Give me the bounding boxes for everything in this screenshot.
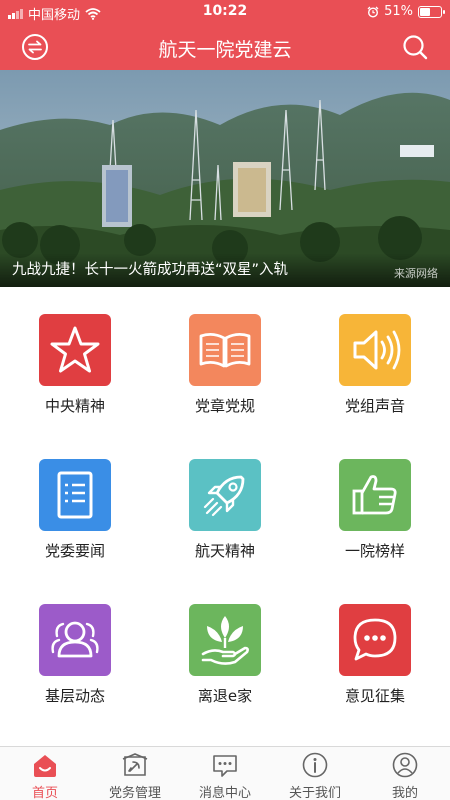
bottom-tab-bar: 首页 党务管理 消息中心 关于我们 我的: [0, 746, 450, 800]
tile-label: 党组声音: [344, 397, 405, 415]
people-icon: [39, 604, 111, 676]
tile-label: 离退e家: [197, 687, 253, 705]
home-icon: [34, 755, 56, 777]
battery-icon: [418, 5, 445, 18]
tile-aerospace-spirit[interactable]: 航天精神: [150, 432, 300, 577]
tab-label: 我的: [391, 786, 418, 800]
tile-label: 基层动态: [44, 687, 105, 705]
tile-label: 意见征集: [344, 687, 405, 705]
top-bar: 中国移动 10:22 51% 航天一院党建云: [0, 0, 450, 70]
tile-party-constitution[interactable]: 党章党规: [150, 287, 300, 432]
tile-label: 中央精神: [44, 397, 105, 415]
tile-role-models[interactable]: 一院榜样: [300, 432, 450, 577]
thumbs-up-icon: [339, 459, 411, 531]
battery-percent: 51%: [384, 4, 413, 19]
user-icon: [392, 752, 418, 778]
tile-committee-news[interactable]: 党委要闻: [0, 432, 150, 577]
banner-caption-bar: 九战九捷！长十一火箭成功再送“双星”入轨 来源网络: [0, 253, 450, 287]
tab-label: 关于我们: [288, 786, 341, 800]
chat-bubble-icon: [339, 604, 411, 676]
tab-label: 党务管理: [108, 786, 161, 800]
tab-home[interactable]: 首页: [0, 747, 90, 800]
tab-mine[interactable]: 我的: [360, 747, 450, 800]
speaker-icon: [339, 314, 411, 386]
document-icon: [39, 459, 111, 531]
tab-messages[interactable]: 消息中心: [180, 747, 270, 800]
alarm-icon: [367, 6, 379, 18]
tile-grassroots-news[interactable]: 基层动态: [0, 577, 150, 722]
tile-party-voice[interactable]: 党组声音: [300, 287, 450, 432]
banner-source: 来源网络: [394, 267, 438, 280]
tab-about-us[interactable]: 关于我们: [270, 747, 360, 800]
status-bar: 中国移动 10:22 51%: [0, 0, 450, 24]
tab-label: 首页: [31, 786, 58, 800]
tile-label: 党委要闻: [44, 542, 105, 560]
party-flag-icon: [122, 753, 148, 776]
search-icon[interactable]: [400, 32, 430, 62]
message-icon: [213, 755, 237, 777]
tile-label: 一院榜样: [344, 542, 405, 560]
rocket-icon: [189, 459, 261, 531]
book-icon: [189, 314, 261, 386]
tile-feedback[interactable]: 意见征集: [300, 577, 450, 722]
page-title: 航天一院党建云: [158, 39, 292, 61]
leaf-hand-icon: [189, 604, 261, 676]
tile-label: 航天精神: [194, 542, 255, 560]
tile-central-spirit[interactable]: 中央精神: [0, 287, 150, 432]
tile-retiree-home[interactable]: 离退e家: [150, 577, 300, 722]
tab-label: 消息中心: [198, 786, 251, 800]
news-banner[interactable]: 九战九捷！长十一火箭成功再送“双星”入轨 来源网络: [0, 70, 450, 287]
tab-party-affairs[interactable]: 党务管理: [90, 747, 180, 800]
star-icon: [39, 314, 111, 386]
info-icon: [302, 752, 328, 778]
tile-label: 党章党规: [194, 397, 255, 415]
feature-grid: 中央精神 党章党规 党组声音 党委要闻 航天精神 一院榜样 基层动态 离退e家 …: [0, 287, 450, 747]
banner-caption: 九战九捷！长十一火箭成功再送“双星”入轨: [12, 262, 289, 278]
